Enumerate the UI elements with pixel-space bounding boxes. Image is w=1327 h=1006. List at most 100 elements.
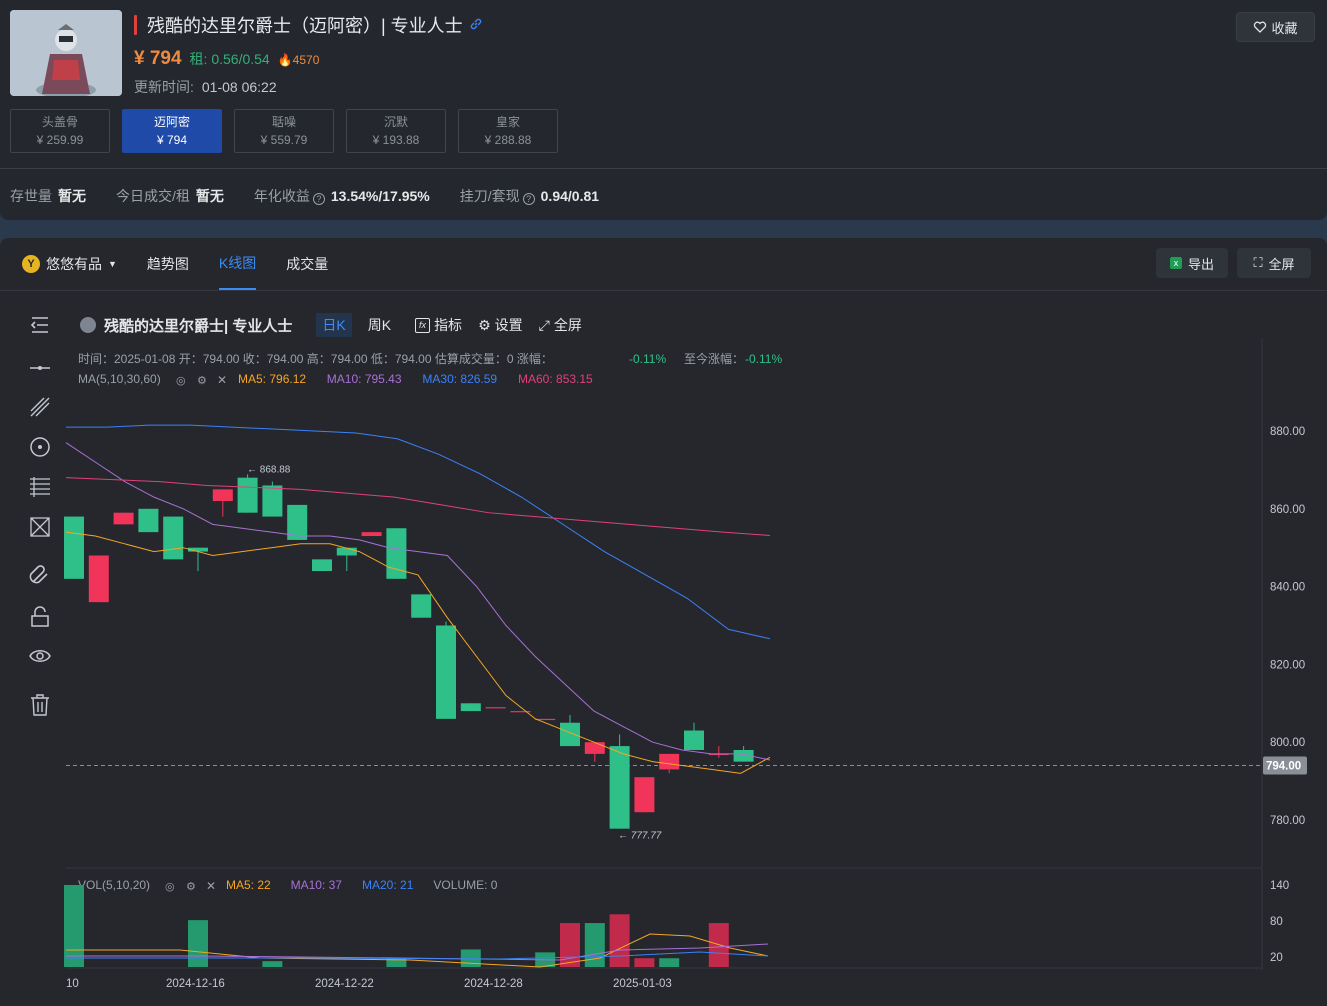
stat-deal: 今日成交/租 暂无 [116, 186, 224, 206]
link-icon[interactable] [469, 17, 483, 34]
candle-body [634, 777, 655, 813]
function-icon: fx [415, 317, 431, 333]
stat-stock-value: 暂无 [58, 188, 86, 204]
stat-yield-value: 13.54%/17.95% [330, 188, 430, 204]
symbol-avatar-icon [80, 317, 96, 333]
vol-ma-value: MA20: 21 [362, 878, 414, 892]
divider [0, 168, 1327, 169]
tab-volume[interactable]: 成交量 [286, 254, 328, 274]
stat-yield: 年化收益? 13.54%/17.95% [254, 186, 430, 206]
heart-icon [1254, 21, 1267, 33]
volume-bar [262, 961, 283, 967]
low-label: ← 777.77 [618, 831, 662, 842]
rent-price: 租: 0.56/0.54 [189, 51, 270, 67]
indicator-label: 指标 [434, 317, 463, 333]
item-title-text: 残酷的达里尔爵士（迈阿密）| 专业人士 [147, 16, 463, 36]
heat-value: 4570 [292, 53, 320, 67]
variant-price: ¥ 559.79 [260, 133, 308, 147]
x-tick-label: 2024-12-28 [464, 978, 523, 990]
update-value: 01-08 06:22 [201, 79, 277, 95]
panel-fullscreen-label: 全屏 [1268, 256, 1295, 272]
gear-icon: ⚙ [197, 375, 207, 387]
chart-fullscreen-button[interactable]: ⤢ 全屏 [539, 315, 582, 335]
ma-value: MA30: 826.59 [422, 372, 497, 386]
cum-change-label: 至今涨幅： [684, 351, 744, 366]
collapse-menu-icon[interactable] [27, 312, 53, 338]
fire-icon: 🔥 [277, 53, 293, 67]
help-icon[interactable]: ? [522, 193, 535, 205]
volume-bar [460, 949, 481, 967]
stat-ratio: 挂刀/套现? 0.94/0.81 [460, 186, 599, 206]
candle-body [138, 508, 159, 533]
x-tick-label: 2024-12-22 [315, 978, 374, 990]
chart-tabs: Y 悠悠有品 ▼ 趋势图 K线图 成交量 [22, 238, 328, 290]
candle-body [361, 532, 382, 537]
candle-body [64, 516, 84, 579]
ma-value: MA10: 795.43 [327, 372, 402, 386]
panel-fullscreen-button[interactable]: ⛶ 全屏 [1237, 248, 1311, 278]
variant-price: ¥ 794 [156, 133, 188, 147]
volume-bar [188, 920, 208, 967]
variant-option[interactable]: 皇家 ¥ 288.88 [458, 109, 558, 153]
settings-button[interactable]: ⚙ 设置 [478, 315, 523, 335]
hide-icon: ◎ [176, 375, 186, 387]
item-thumbnail [10, 10, 122, 96]
candle-body [212, 489, 233, 502]
candle-body [659, 753, 680, 770]
candle-body [88, 555, 109, 603]
favorite-button[interactable]: 收藏 [1236, 12, 1315, 42]
variant-option[interactable]: 聒噪 ¥ 559.79 [234, 109, 334, 153]
current-price-label: 794.00 [1266, 761, 1301, 773]
platform-dropdown[interactable]: Y 悠悠有品 ▼ [22, 254, 117, 274]
close-icon: ✕ [217, 373, 227, 387]
vol-ma-value: MA5: 22 [226, 878, 271, 892]
help-icon[interactable]: ? [312, 193, 325, 205]
candle-body [485, 707, 506, 709]
expand-arrows-icon: ⤢ [538, 316, 550, 333]
variant-price: ¥ 259.99 [36, 133, 84, 147]
period-week[interactable]: 周K [368, 315, 391, 335]
candle-body [163, 516, 184, 560]
tab-kline[interactable]: K线图 [218, 238, 257, 290]
y-tick-label: 840.00 [1270, 582, 1305, 594]
export-button[interactable]: x 导出 [1156, 248, 1228, 278]
ma-value: MA5: 796.12 [238, 372, 306, 386]
item-title: 残酷的达里尔爵士（迈阿密）| 专业人士 [134, 12, 483, 38]
x-tick-label: 2024-12-16 [166, 978, 225, 990]
vol-tick-label: 140 [1270, 880, 1289, 892]
candle-body [411, 594, 432, 618]
vol-ma-value: VOLUME: 0 [433, 878, 497, 892]
divider [0, 290, 1327, 291]
favorite-label: 收藏 [1271, 20, 1298, 36]
cum-change-value: -0.11% [745, 352, 782, 366]
variant-option[interactable]: 迈阿密 ¥ 794 [122, 109, 222, 153]
ohlc-info: 时间：2025-01-08 开：794.00 收：794.00 高：794.00… [78, 351, 553, 366]
variant-option[interactable]: 沉默 ¥ 193.88 [346, 109, 446, 153]
export-label: 导出 [1187, 256, 1214, 272]
variant-price: ¥ 193.88 [372, 133, 420, 147]
stat-ratio-value: 0.94/0.81 [540, 188, 600, 204]
platform-name: 悠悠有品 [46, 256, 102, 272]
stats-bar: 存世量 暂无 今日成交/租 暂无 年化收益? 13.54%/17.95% 挂刀/套现?… [10, 186, 599, 206]
variant-price: ¥ 288.88 [484, 133, 532, 147]
variant-option[interactable]: 头盖骨 ¥ 259.99 [10, 109, 110, 153]
variant-name: 头盖骨 [41, 115, 78, 129]
chart-symbol: 残酷的达里尔爵士| 专业人士 [104, 317, 293, 335]
stat-yield-label: 年化收益 [253, 188, 310, 204]
variant-name: 聒噪 [271, 115, 296, 129]
change-value: -0.11% [629, 352, 666, 366]
candle-body [684, 730, 704, 750]
period-day[interactable]: 日K [316, 313, 352, 337]
tab-trend[interactable]: 趋势图 [147, 254, 189, 274]
vol-tick-label: 20 [1270, 952, 1283, 964]
x-tick-label: 10 [66, 978, 79, 990]
platform-logo-icon: Y [22, 255, 40, 273]
ma-value: MA60: 853.15 [518, 372, 593, 386]
volume-bar [584, 923, 605, 967]
kline-chart[interactable]: 880.00 860.00 840.00 820.00 800.00 780.00 时间：2… [0, 338, 1327, 998]
candle-body [262, 485, 283, 517]
volume-bar [560, 923, 580, 967]
hide-icon: ◎ [165, 881, 175, 893]
indicator-button[interactable]: fx 指标 [415, 315, 462, 335]
item-info-panel: 残酷的达里尔爵士（迈阿密）| 专业人士 ¥ 794 租: 0.56/0.54 🔥… [0, 0, 1327, 220]
